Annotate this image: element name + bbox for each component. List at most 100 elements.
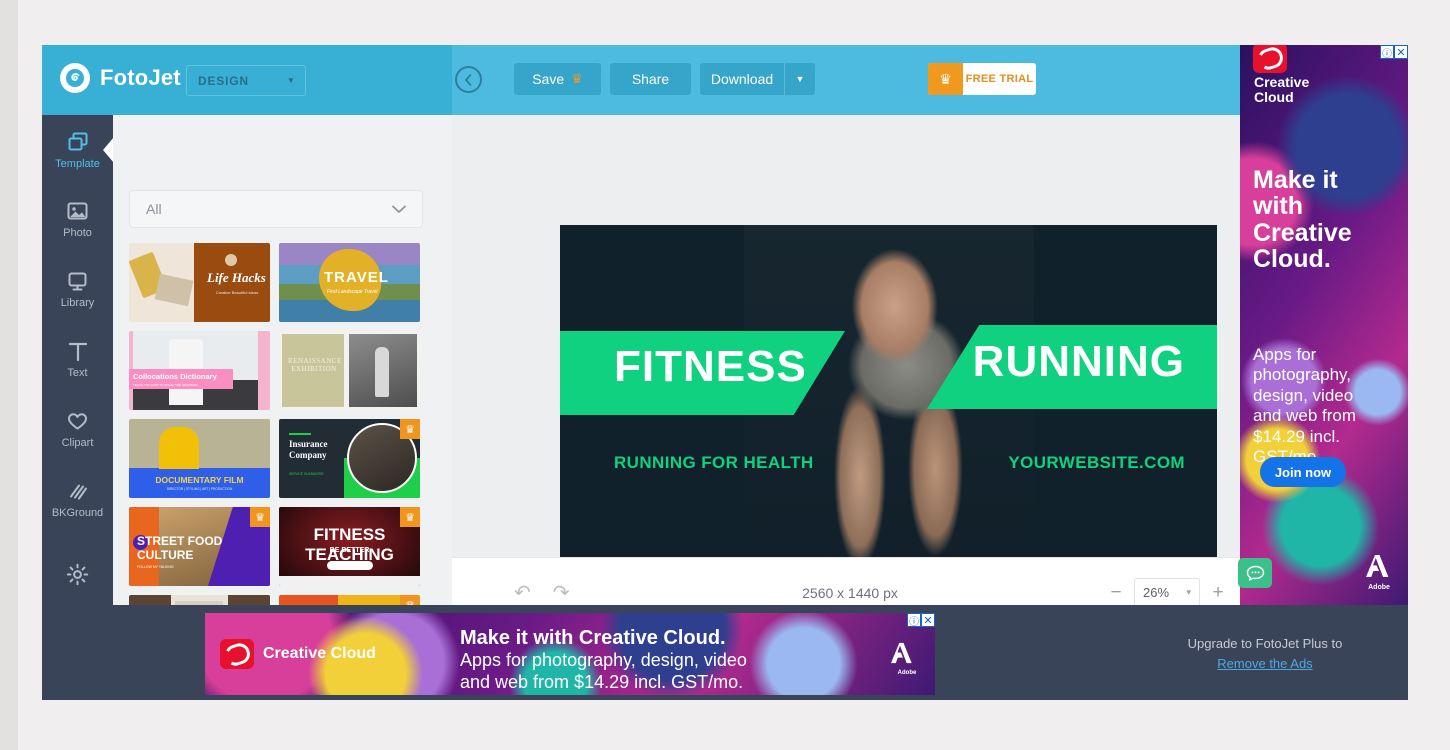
canvas-subtitle-right[interactable]: YOURWEBSITE.COM (1008, 453, 1185, 473)
brand-name: FotoJet (100, 65, 181, 90)
sidebar-item-label: Library (60, 297, 95, 309)
ad-info-icon[interactable]: ⓘ (907, 613, 921, 628)
canvas-headline-left[interactable]: FITNESS (614, 342, 807, 392)
ad-brand-label: Creative Cloud (1254, 74, 1310, 106)
template-card[interactable]: FITNESS TEACHING BE BETTER ♛ (279, 507, 420, 586)
monitor-icon (68, 272, 87, 291)
layers-icon (68, 132, 87, 150)
template-title: TRAVEL (324, 269, 389, 286)
ad-close-icon[interactable]: ✕ (921, 613, 935, 627)
canvas-headline-right[interactable]: RUNNING (973, 337, 1185, 387)
ad-join-now-button[interactable]: Join now (1260, 457, 1346, 487)
template-subtitle: BE BETTER (329, 547, 370, 554)
chevron-down-icon: ▼ (795, 74, 805, 84)
sidebar-item-label: BKGround (51, 506, 104, 519)
sidebar-item-photo[interactable]: Photo (42, 185, 113, 255)
remove-ads-link[interactable]: Remove the Ads (1217, 656, 1312, 671)
zoom-out-button[interactable]: − (1108, 582, 1124, 604)
template-card[interactable]: Life Hacks Creative Beautiful Ideas (129, 243, 270, 322)
template-card[interactable]: RENAISSANCE EXHIBITION (279, 331, 420, 410)
heart-icon (68, 413, 87, 430)
download-options-button[interactable]: ▼ (784, 63, 815, 95)
template-title: DOCUMENTARY FILM (155, 475, 244, 485)
redo-button[interactable]: ↷ (553, 580, 570, 605)
template-subtitle: Find Landscape Travel (327, 289, 378, 295)
back-button[interactable] (455, 66, 482, 93)
template-subtitle: TEACH YOU HOW TO SPEAK THE GRAMMAR (133, 383, 198, 387)
ad-headline: Make it with Creative Cloud. (460, 627, 726, 649)
free-trial-button[interactable]: ♛ FREE TRIAL (928, 63, 1036, 95)
history-controls: ↶ ↷ (514, 580, 570, 605)
template-grid: Life Hacks Creative Beautiful Ideas TRAV… (129, 243, 429, 647)
app-header: FotoJet DESIGN ▾ Save ♛ Share Download ▼… (42, 45, 1408, 115)
zoom-level-value: 26% (1143, 585, 1170, 600)
sidebar-item-label: Clipart (61, 437, 94, 449)
hatch-icon (70, 484, 87, 499)
premium-crown-icon: ♛ (400, 507, 420, 527)
canvas-subtitle-left[interactable]: RUNNING FOR HEALTH (614, 453, 814, 473)
filter-value: All (146, 201, 162, 217)
template-title: RENAISSANCE EXHIBITION (288, 357, 342, 373)
ad-controls: ⓘ ✕ (907, 613, 935, 628)
ad-controls: ⓘ ✕ (1380, 45, 1408, 60)
sidebar-item-label: Template (55, 157, 100, 170)
page-root: FotoJet DESIGN ▾ Save ♛ Share Download ▼… (0, 0, 1450, 750)
sidebar-item-template[interactable]: Template (42, 115, 113, 185)
gear-icon (66, 563, 89, 585)
ad-bottom-leaderboard[interactable]: ⓘ ✕ Creative Cloud Make it with Creative… (205, 613, 935, 695)
page-left-rail (0, 0, 18, 750)
template-card[interactable]: STREET FOOD CULTURE FOLLOW MY TALKING ♛ (129, 507, 270, 586)
settings-button[interactable] (42, 543, 113, 605)
creative-cloud-logo-icon (220, 639, 254, 669)
chevron-left-icon (465, 73, 472, 86)
download-button[interactable]: Download (700, 63, 784, 95)
adobe-wordmark: Adobe (897, 670, 917, 676)
save-button[interactable]: Save ♛ (514, 63, 601, 95)
ad-body-text: Apps for photography, design, video and … (1253, 345, 1356, 466)
zoom-in-button[interactable]: + (1210, 582, 1226, 604)
brand-logo[interactable]: FotoJet (60, 63, 181, 93)
share-button[interactable]: Share (610, 63, 691, 95)
ad-brand-label: Creative Cloud (263, 645, 376, 662)
template-card[interactable]: DOCUMENTARY FILM DIRECTOR | STYLING | AR… (129, 419, 270, 498)
sidebar-item-clipart[interactable]: Clipart (42, 395, 113, 465)
ad-close-icon[interactable]: ✕ (1394, 45, 1408, 59)
chevron-down-icon (392, 202, 406, 217)
sidebar-item-label: Text (67, 367, 88, 379)
image-icon (67, 202, 88, 220)
sidebar-item-label: Photo (63, 227, 92, 239)
template-category-filter[interactable]: All (129, 190, 423, 228)
template-title: Life Hacks (207, 270, 266, 285)
chevron-down-icon: ▾ (1186, 587, 1191, 597)
fotojet-swirl-icon (60, 63, 90, 93)
adobe-logo-icon: Adobe (889, 641, 925, 676)
adobe-wordmark: Adobe (1368, 584, 1390, 591)
share-label: Share (631, 71, 670, 87)
template-title: Collocations Dictionary (133, 372, 217, 381)
template-card[interactable]: Collocations Dictionary TEACH YOU HOW TO… (129, 331, 270, 410)
zoom-controls: − 26% ▾ + (1108, 577, 1226, 608)
template-card[interactable]: Insurance Company SERVICE GUARANTEE ♛ (279, 419, 420, 498)
editor-stage: FITNESS RUNNING RUNNING FOR HEALTH YOURW… (452, 115, 1272, 600)
zoom-level-select[interactable]: 26% ▾ (1134, 577, 1200, 608)
design-mode-button[interactable]: DESIGN ▾ (186, 65, 306, 96)
ad-headline: Make it with Creative Cloud. (1253, 166, 1352, 273)
creative-cloud-logo-icon (1253, 45, 1287, 73)
template-card[interactable]: TRAVEL Find Landscape Travel (279, 243, 420, 322)
template-subtitle: Creative Beautiful Ideas (215, 290, 259, 295)
sidebar-item-bkground[interactable]: BKGround (42, 465, 113, 535)
text-icon (68, 342, 87, 362)
template-title: STREET FOOD CULTURE (137, 534, 223, 562)
chevron-down-icon: ▾ (288, 75, 294, 85)
sidebar-item-library[interactable]: Library (42, 255, 113, 325)
crown-icon: ♛ (928, 63, 963, 95)
undo-button[interactable]: ↶ (514, 580, 531, 605)
ad-info-icon[interactable]: ⓘ (1380, 45, 1394, 60)
support-chat-button[interactable] (1238, 558, 1272, 588)
ad-right-skyscraper[interactable]: ⓘ ✕ Creative Cloud Make it with Creative… (1240, 45, 1408, 605)
save-label: Save (532, 71, 565, 87)
premium-crown-icon: ♛ (250, 507, 270, 527)
sidebar-item-text[interactable]: Text (42, 325, 113, 395)
design-canvas[interactable]: FITNESS RUNNING RUNNING FOR HEALTH YOURW… (560, 225, 1217, 595)
template-title: FITNESS TEACHING (305, 525, 394, 564)
